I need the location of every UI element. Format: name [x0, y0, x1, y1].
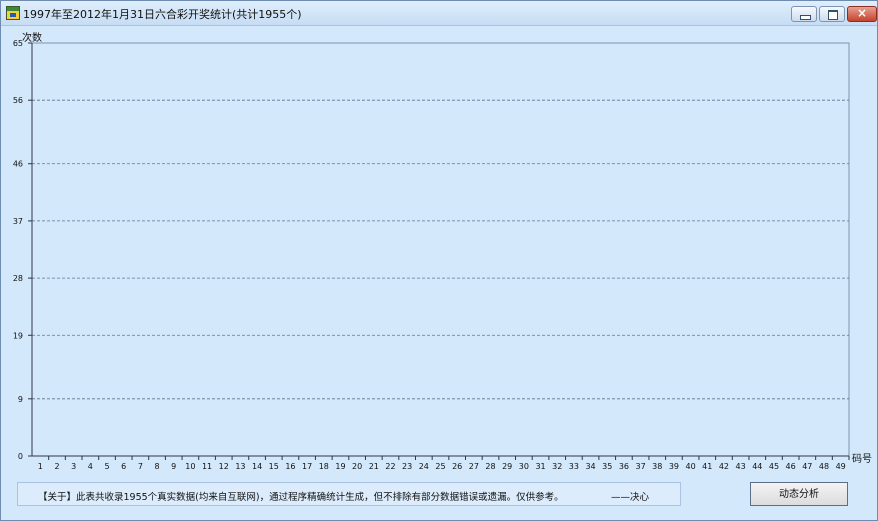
- title-bar[interactable]: 1997年至2012年1月31日六合彩开奖统计(共计1955个) ×: [1, 1, 877, 26]
- x-tick-label: 22: [385, 462, 395, 471]
- x-tick-label: 29: [502, 462, 512, 471]
- x-tick-label: 17: [302, 462, 312, 471]
- x-tick-label: 27: [469, 462, 479, 471]
- x-tick-label: 10: [185, 462, 195, 471]
- x-tick-label: 7: [138, 462, 143, 471]
- x-tick-label: 43: [736, 462, 746, 471]
- x-tick-label: 36: [619, 462, 629, 471]
- x-tick-label: 23: [402, 462, 412, 471]
- x-tick-label: 2: [54, 462, 59, 471]
- y-tick-label: 37: [13, 217, 23, 226]
- x-tick-label: 9: [171, 462, 176, 471]
- x-tick-label: 48: [819, 462, 829, 471]
- close-button[interactable]: ×: [847, 6, 877, 22]
- x-tick-label: 18: [319, 462, 329, 471]
- y-tick-label: 19: [13, 331, 23, 340]
- close-icon: ×: [856, 6, 868, 20]
- y-tick-label: 9: [18, 395, 23, 404]
- x-tick-label: 1: [38, 462, 43, 471]
- dynamic-analysis-button[interactable]: 动态分析: [750, 482, 848, 506]
- x-tick-label: 33: [569, 462, 579, 471]
- x-tick-label: 8: [155, 462, 160, 471]
- signature-text: ——决心: [611, 492, 650, 503]
- x-tick-label: 45: [769, 462, 779, 471]
- x-tick-label: 40: [686, 462, 696, 471]
- x-tick-label: 32: [552, 462, 562, 471]
- y-axis-label: 次数: [22, 33, 42, 44]
- info-text: 【关于】此表共收录1955个真实数据(均来自互联网)，通过程序精确统计生成，但不…: [38, 492, 564, 503]
- maximize-button[interactable]: [819, 6, 845, 22]
- x-tick-label: 42: [719, 462, 729, 471]
- x-tick-label: 35: [602, 462, 612, 471]
- y-tick-label: 46: [13, 160, 23, 169]
- x-tick-label: 46: [786, 462, 796, 471]
- x-tick-label: 34: [585, 462, 595, 471]
- x-tick-label: 47: [802, 462, 812, 471]
- x-axis-label: 码号: [852, 454, 872, 465]
- info-box: 【关于】此表共收录1955个真实数据(均来自互联网)，通过程序精确统计生成，但不…: [17, 482, 681, 506]
- x-tick-label: 4: [88, 462, 93, 471]
- x-tick-label: 12: [219, 462, 229, 471]
- x-tick-label: 31: [535, 462, 545, 471]
- x-tick-label: 44: [752, 462, 762, 471]
- x-tick-label: 3: [71, 462, 76, 471]
- minimize-button[interactable]: [791, 6, 817, 22]
- y-tick-label: 28: [13, 274, 23, 283]
- x-tick-label: 41: [702, 462, 712, 471]
- x-tick-label: 13: [235, 462, 245, 471]
- plot-frame: [31, 42, 850, 457]
- x-tick-label: 30: [519, 462, 529, 471]
- x-tick-label: 38: [652, 462, 662, 471]
- x-tick-label: 49: [836, 462, 846, 471]
- frequency-chart: 次数 0 9 19 28 37 46 56 65 1 2 3 4 5 6 7 8 9 10 11 12 13 14 15 16…: [1, 25, 877, 475]
- x-tick-label: 5: [104, 462, 109, 471]
- x-tick-label: 24: [419, 462, 429, 471]
- x-tick-label: 14: [252, 462, 262, 471]
- x-tick-label: 28: [485, 462, 495, 471]
- main-window: 1997年至2012年1月31日六合彩开奖统计(共计1955个) × 次数 0 9…: [0, 0, 878, 521]
- x-tick-label: 11: [202, 462, 212, 471]
- y-tick-label: 56: [13, 96, 23, 105]
- x-tick-label: 19: [335, 462, 345, 471]
- x-tick-label: 20: [352, 462, 362, 471]
- app-icon: [6, 6, 20, 20]
- x-tick-label: 37: [635, 462, 645, 471]
- x-tick-label: 25: [435, 462, 445, 471]
- x-tick-label: 21: [369, 462, 379, 471]
- x-tick-label: 15: [269, 462, 279, 471]
- chart-canvas: 091928374656651 2 3 4 5 6 7 8 9 10 11 12 13 14 15 16 17 1…: [13, 39, 850, 471]
- y-tick-label: 0: [18, 452, 23, 461]
- x-tick-label: 26: [452, 462, 462, 471]
- x-tick-label: 39: [669, 462, 679, 471]
- x-tick-label: 16: [285, 462, 295, 471]
- x-tick-label: 6: [121, 462, 126, 471]
- window-title: 1997年至2012年1月31日六合彩开奖统计(共计1955个): [23, 8, 302, 21]
